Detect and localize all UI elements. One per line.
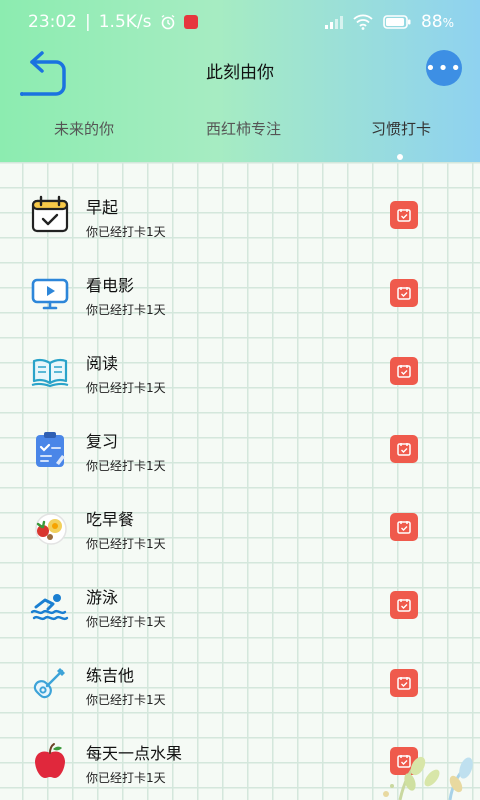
signal-icon (324, 16, 343, 29)
habit-row-breakfast[interactable]: 吃早餐 你已经打卡1天 (0, 482, 480, 560)
checkin-button[interactable] (390, 591, 418, 619)
habit-status: 你已经打卡1天 (86, 615, 166, 629)
wifi-icon (353, 14, 373, 30)
breakfast-plate-icon (35, 513, 67, 545)
habit-name: 复习 (86, 432, 119, 451)
habit-list: 早起 你已经打卡1天 看电影 你已经打卡1天 阅读 你已经打卡1天 复习 你已经… (0, 162, 480, 800)
habit-status: 你已经打卡1天 (86, 537, 166, 551)
netease-music-icon (183, 15, 198, 29)
habit-status: 你已经打卡1天 (86, 225, 166, 239)
calendar-check-icon (397, 365, 411, 378)
more-dots-icon: ••• (425, 57, 463, 79)
habit-row-guitar[interactable]: 练吉他 你已经打卡1天 (0, 638, 480, 716)
monitor-play-icon (31, 278, 69, 310)
calendar-check-icon (397, 287, 411, 300)
calendar-check-icon (397, 677, 411, 690)
checkin-button[interactable] (390, 357, 418, 385)
habit-status: 你已经打卡1天 (86, 771, 166, 785)
tab-bar: 未来的你 西红柿专注 习惯打卡 (0, 118, 480, 160)
battery-icon (383, 15, 411, 29)
active-tab-indicator (397, 154, 403, 160)
alarm-icon (161, 14, 174, 30)
habit-name: 游泳 (86, 588, 119, 607)
apple-icon (35, 743, 65, 778)
clipboard-icon (36, 432, 65, 467)
checkin-button[interactable] (390, 201, 418, 229)
habit-name: 早起 (86, 198, 119, 217)
habit-status: 你已经打卡1天 (86, 303, 166, 317)
checkin-button[interactable] (390, 513, 418, 541)
calendar-check-icon (397, 521, 411, 534)
checkin-button[interactable] (390, 279, 418, 307)
app-header: 23:02 | 1.5K/s 88% 此刻由你 ••• 未来的你 西红柿专注 习… (0, 0, 480, 162)
status-bar: 23:02 | 1.5K/s 88% (28, 12, 454, 32)
calendar-check-icon (397, 443, 411, 456)
habit-status: 你已经打卡1天 (86, 693, 166, 707)
checkin-button[interactable] (390, 669, 418, 697)
habit-row-early-rise[interactable]: 早起 你已经打卡1天 (0, 170, 480, 248)
network-speed: 1.5K/s (98, 12, 152, 32)
habit-name: 阅读 (86, 354, 119, 373)
checkin-button[interactable] (390, 435, 418, 463)
status-time: 23:02 (28, 12, 77, 32)
habit-row-movie[interactable]: 看电影 你已经打卡1天 (0, 248, 480, 326)
habit-status: 你已经打卡1天 (86, 459, 166, 473)
calendar-check-icon (397, 599, 411, 612)
more-options-button[interactable]: ••• (425, 50, 463, 86)
habit-name: 看电影 (86, 276, 135, 295)
habit-name: 练吉他 (86, 666, 135, 685)
open-book-icon (31, 358, 69, 388)
page-title: 此刻由你 (206, 63, 274, 83)
habit-name: 吃早餐 (86, 510, 135, 529)
calendar-check-icon (397, 209, 411, 222)
calendar-check-icon (31, 195, 69, 233)
leaf-decoration (383, 756, 473, 800)
habit-name: 每天一点水果 (86, 744, 183, 763)
title-bar: 此刻由你 ••• (0, 44, 480, 96)
habit-row-reading[interactable]: 阅读 你已经打卡1天 (0, 326, 480, 404)
tab-future-you[interactable]: 未来的你 (54, 118, 114, 139)
tab-habit-checkin[interactable]: 习惯打卡 (371, 118, 431, 139)
swimmer-icon (30, 594, 69, 621)
battery-level: 88 (420, 12, 443, 32)
habit-row-review[interactable]: 复习 你已经打卡1天 (0, 404, 480, 482)
guitar-icon (33, 668, 65, 699)
tab-pomodoro-focus[interactable]: 西红柿专注 (206, 118, 281, 139)
habit-row-swimming[interactable]: 游泳 你已经打卡1天 (0, 560, 480, 638)
habit-status: 你已经打卡1天 (86, 381, 166, 395)
